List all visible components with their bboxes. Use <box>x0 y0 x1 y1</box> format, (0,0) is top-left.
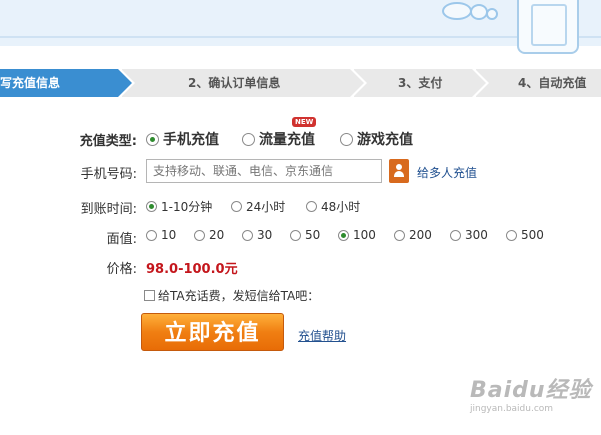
order-steps: 写充值信息 2、确认订单信息 3、支付 4、自动充值 <box>0 69 601 97</box>
option-label: 流量充值 <box>259 132 315 148</box>
amount-option[interactable]: 500 <box>506 228 544 242</box>
radio-icon[interactable] <box>231 201 242 212</box>
step-1: 写充值信息 <box>0 69 135 97</box>
step-label: 写充值信息 <box>0 76 61 90</box>
amount-option[interactable]: 20 <box>194 228 224 242</box>
bubble-decoration <box>486 8 498 20</box>
step-4: 4、自动充值 <box>476 69 601 97</box>
type-option-game[interactable]: 游戏充值 <box>340 129 413 149</box>
arrival-option-10min[interactable]: 1-10分钟 <box>146 198 212 215</box>
step-3: 3、支付 <box>354 69 489 97</box>
step-label: 3、支付 <box>398 76 443 90</box>
radio-icon[interactable] <box>506 229 517 241</box>
option-label: 20 <box>209 228 225 242</box>
amount-label: 面值: <box>106 232 137 247</box>
radio-icon[interactable] <box>194 229 205 241</box>
option-label: 30 <box>257 228 273 242</box>
radio-icon[interactable] <box>146 229 157 241</box>
radio-icon[interactable] <box>146 201 157 212</box>
step-2: 2、确认订单信息 <box>122 69 367 97</box>
step-label: 2、确认订单信息 <box>188 76 281 90</box>
price-value: 98.0-100.0元 <box>146 262 238 277</box>
multi-recharge-link[interactable]: 给多人充值 <box>417 164 477 181</box>
price-label: 价格: <box>106 262 137 277</box>
contacts-icon[interactable] <box>389 159 409 183</box>
recharge-type-label: 充值类型: <box>79 134 137 149</box>
amount-option[interactable]: 30 <box>242 228 272 242</box>
option-label: 游戏充值 <box>357 132 413 148</box>
option-label: 100 <box>353 228 376 242</box>
radio-icon[interactable] <box>290 229 301 241</box>
option-label: 500 <box>521 228 544 242</box>
step-label: 4、自动充值 <box>518 76 587 90</box>
arrival-option-24h[interactable]: 24小时 <box>231 198 285 215</box>
radio-icon[interactable] <box>242 229 253 241</box>
amount-option[interactable]: 300 <box>450 228 488 242</box>
phone-illustration-icon <box>517 0 579 54</box>
phone-number-input[interactable] <box>146 159 382 183</box>
arrival-option-48h[interactable]: 48小时 <box>306 198 360 215</box>
option-label: 50 <box>305 228 321 242</box>
watermark-logo: Baidu经验 <box>470 378 592 403</box>
radio-icon[interactable] <box>146 132 159 146</box>
gift-sms-checkbox[interactable]: 给TA充话费，发短信给TA吧： <box>144 287 319 304</box>
type-option-data[interactable]: 流量充值 <box>242 129 315 149</box>
radio-icon[interactable] <box>242 132 255 146</box>
checkbox-label: 给TA充话费，发短信给TA吧： <box>158 289 320 303</box>
checkbox-icon[interactable] <box>144 290 155 301</box>
amount-option[interactable]: 100 <box>338 228 376 242</box>
option-label: 10 <box>161 228 177 242</box>
radio-icon[interactable] <box>340 132 353 146</box>
banner-divider <box>0 36 601 38</box>
radio-icon[interactable] <box>338 229 349 241</box>
option-label: 手机充值 <box>163 132 219 148</box>
arrival-time-label: 到账时间: <box>80 202 137 217</box>
amount-option[interactable]: 50 <box>290 228 320 242</box>
radio-icon[interactable] <box>394 229 405 241</box>
recharge-help-link[interactable]: 充值帮助 <box>298 327 346 344</box>
phone-number-label: 手机号码: <box>80 167 137 182</box>
type-option-phone[interactable]: 手机充值 <box>146 129 219 149</box>
top-banner <box>0 0 601 46</box>
amount-option[interactable]: 10 <box>146 228 176 242</box>
option-label: 48小时 <box>321 200 361 214</box>
bubble-decoration <box>442 2 472 20</box>
option-label: 1-10分钟 <box>161 200 213 214</box>
new-badge: NEW <box>292 117 317 127</box>
amount-option[interactable]: 200 <box>394 228 432 242</box>
baidu-jingyan-watermark: Baidu经验 jingyan.baidu.com <box>470 372 592 414</box>
recharge-now-button[interactable]: 立即充值 <box>141 313 284 351</box>
option-label: 300 <box>465 228 488 242</box>
watermark-url: jingyan.baidu.com <box>470 404 554 414</box>
option-label: 24小时 <box>246 200 286 214</box>
radio-icon[interactable] <box>306 201 317 212</box>
option-label: 200 <box>409 228 432 242</box>
radio-icon[interactable] <box>450 229 461 241</box>
